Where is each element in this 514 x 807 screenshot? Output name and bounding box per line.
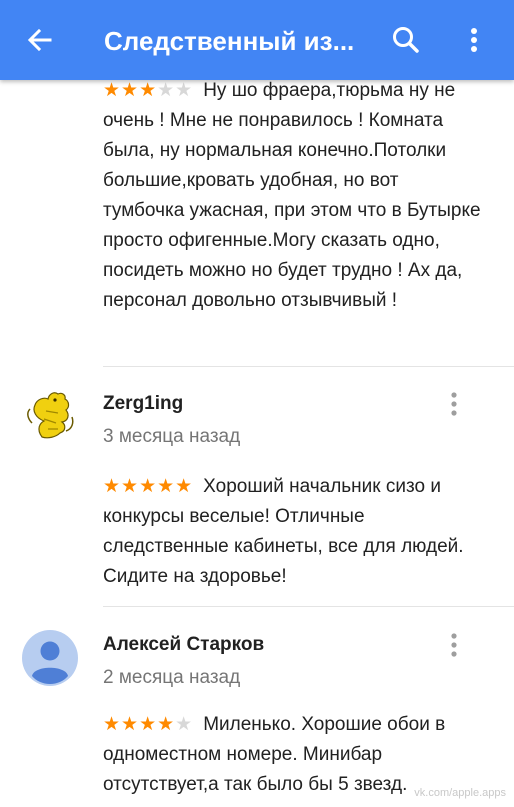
review-body: ★★★★★ Хороший начальник сизо и конкурсы в… <box>103 472 493 592</box>
review-author[interactable]: Алексей Старков <box>103 634 264 656</box>
heraldic-lion-avatar-icon[interactable] <box>22 385 78 441</box>
star-rating: ★★★★★ <box>103 80 194 101</box>
default-person-avatar-icon[interactable] <box>22 630 78 686</box>
review-text: Ну шо фраера,тюрьма ну не очень ! Мне не… <box>103 80 481 311</box>
more-vert-icon[interactable] <box>462 24 486 56</box>
search-icon[interactable] <box>390 24 422 56</box>
app-bar: Следственный из... <box>0 0 514 80</box>
reviews-list[interactable]: ★★★★★ Ну шо фраера,тюрьма ну не очень ! М… <box>0 80 514 807</box>
more-vert-icon[interactable] <box>444 631 464 659</box>
arrow-back-icon[interactable] <box>24 24 56 56</box>
divider <box>103 366 514 367</box>
review-date: 2 месяца назад <box>103 667 241 688</box>
star-rating: ★★★★★ <box>103 714 194 735</box>
review-body: ★★★★★ Ну шо фраера,тюрьма ну не очень ! М… <box>103 80 483 316</box>
watermark: vk.com/apple.apps <box>414 787 506 799</box>
star-rating: ★★★★★ <box>103 476 194 497</box>
review-author[interactable]: Zerg1ing <box>103 393 183 415</box>
page-title: Следственный из... <box>104 26 355 56</box>
divider <box>103 606 514 607</box>
more-vert-icon[interactable] <box>444 390 464 418</box>
review-date: 3 месяца назад <box>103 426 241 447</box>
